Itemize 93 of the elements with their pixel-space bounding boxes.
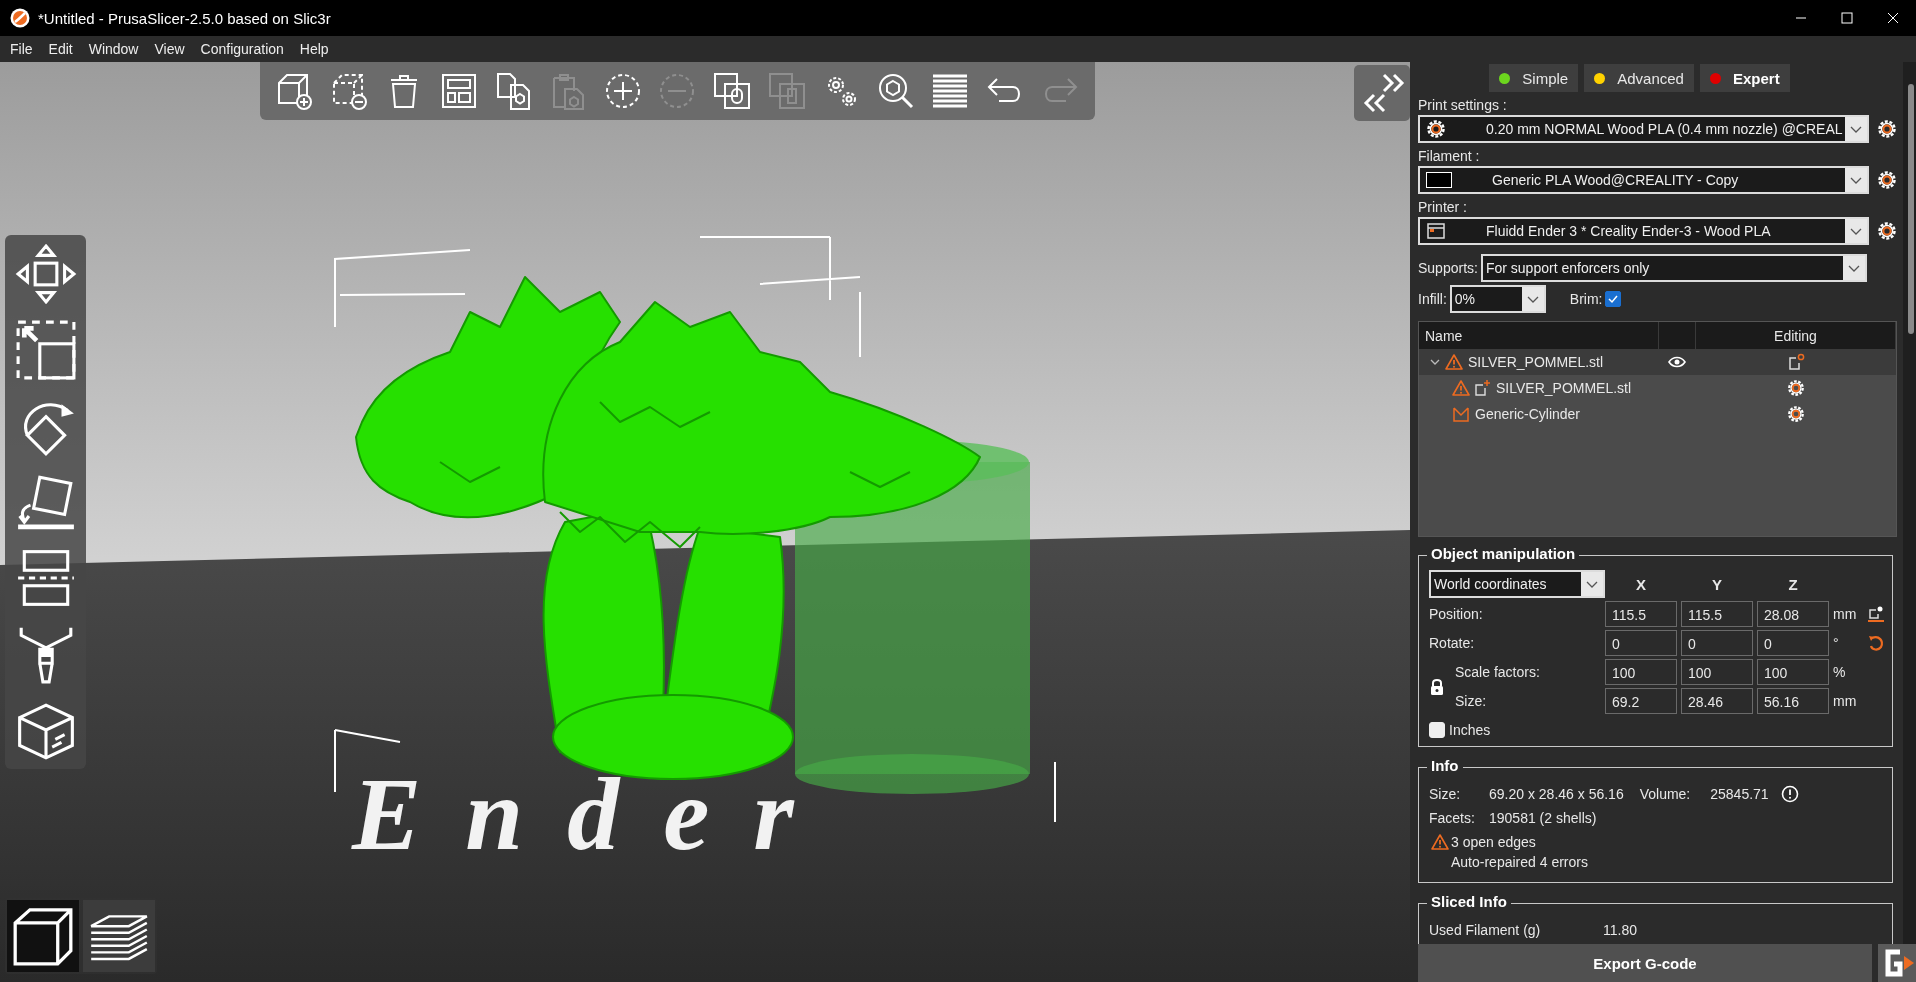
brim-label: Brim:: [1569, 291, 1603, 307]
info-label: Used Filament (g): [1429, 922, 1542, 938]
coordinates-dropdown[interactable]: World coordinates: [1429, 570, 1605, 598]
printer-icon: [1426, 221, 1446, 241]
group-title: Sliced Info: [1427, 893, 1511, 910]
scrollbar-thumb[interactable]: [1908, 84, 1914, 334]
axis-label: Y: [1711, 575, 1723, 593]
infill-label: Infill:: [1418, 291, 1447, 307]
cube-view-button[interactable]: [7, 900, 79, 972]
value-field[interactable]: 69.2: [1605, 688, 1677, 714]
mode-button[interactable]: Expert: [1699, 64, 1790, 92]
group-title: Info: [1427, 757, 1463, 774]
value-field[interactable]: 56.16: [1757, 688, 1829, 714]
drop-to-bed-icon[interactable]: [1867, 605, 1885, 623]
scale-icon[interactable]: [14, 319, 77, 381]
value-field[interactable]: 100: [1681, 659, 1753, 685]
mode-button[interactable]: Advanced: [1584, 64, 1694, 92]
value-field[interactable]: 115.5: [1605, 601, 1677, 627]
info-label: Facets:: [1429, 810, 1476, 826]
value-field[interactable]: 100: [1757, 659, 1829, 685]
filament-color-swatch: [1426, 172, 1452, 188]
menu-item[interactable]: Edit: [40, 41, 81, 57]
preset-label: Printer :: [1418, 198, 1468, 217]
info-label: Size:: [1429, 786, 1462, 802]
value-field[interactable]: 0: [1757, 630, 1829, 656]
lock-icon[interactable]: [1429, 677, 1445, 696]
unit-label: %: [1833, 664, 1847, 680]
warning-text: 3 open edges: [1451, 834, 1536, 850]
scrollbar[interactable]: [1903, 62, 1916, 944]
axis-label: Z: [1787, 575, 1799, 593]
gear-icon[interactable]: [1877, 170, 1897, 190]
axis-label: X: [1635, 575, 1647, 593]
value-field[interactable]: 100: [1605, 659, 1677, 685]
supports-dropdown[interactable]: For support enforcers only: [1480, 254, 1867, 282]
info-value: 69.20 x 28.46 x 56.16: [1489, 786, 1624, 802]
group-title: Object manipulation: [1427, 545, 1580, 562]
object-list-row[interactable]: SILVER_POMMEL.stl: [1419, 349, 1896, 375]
value-field[interactable]: 115.5: [1681, 601, 1753, 627]
inches-checkbox[interactable]: [1429, 722, 1445, 738]
inches-label: Inches: [1449, 722, 1491, 738]
menu-item[interactable]: File: [2, 41, 41, 57]
unit-label: mm: [1833, 693, 1858, 709]
window-title: *Untitled - PrusaSlicer-2.5.0 based on Slic3r: [38, 9, 332, 27]
eye-icon[interactable]: [1668, 355, 1686, 369]
repair-text: Auto-repaired 4 errors: [1450, 854, 1589, 872]
gear-icon[interactable]: [1786, 379, 1805, 397]
value-field[interactable]: 0: [1605, 630, 1677, 656]
info-label: Volume:: [1639, 786, 1691, 802]
object-list-row[interactable]: SILVER_POMMEL.stl: [1419, 375, 1896, 401]
reset-rotation-icon[interactable]: [1867, 634, 1885, 652]
field-label: Scale factors:: [1454, 664, 1541, 680]
split-squares-icon[interactable]: [712, 71, 753, 111]
menu-item[interactable]: Configuration: [192, 41, 292, 57]
mode-button[interactable]: Simple: [1489, 64, 1579, 92]
modifier-icon: [1452, 405, 1470, 423]
field-label: Size:: [1454, 693, 1488, 709]
preset-label: Filament :: [1418, 147, 1481, 166]
menu-item[interactable]: Window: [80, 41, 147, 57]
preset-dropdown[interactable]: Fluidd Ender 3 * Creality Ender-3 - Wood PLA: [1418, 217, 1869, 245]
field-label: Rotate:: [1429, 635, 1476, 651]
warning-icon: [1431, 833, 1449, 851]
exclamation-circle-icon[interactable]: [1780, 785, 1799, 803]
menu-item[interactable]: Help: [291, 41, 337, 57]
value-field[interactable]: 28.08: [1757, 601, 1829, 627]
preset-dropdown[interactable]: Generic PLA Wood@CREALITY - Copy: [1418, 166, 1869, 194]
brim-checkbox[interactable]: [1605, 291, 1622, 307]
unit-label: °: [1833, 635, 1840, 651]
supports-label: Supports:: [1418, 260, 1478, 276]
infill-dropdown[interactable]: 0%: [1449, 285, 1546, 313]
info-value: 190581 (2 shells): [1489, 810, 1597, 826]
value-field[interactable]: 28.46: [1681, 688, 1753, 714]
layers-view-button[interactable]: [83, 900, 155, 972]
gear-icon[interactable]: [1786, 405, 1805, 423]
menu-item[interactable]: View: [146, 41, 193, 57]
gear-icon: [1426, 119, 1446, 139]
bed-logo-text: Ender: [352, 762, 838, 866]
export-gcode-button[interactable]: Export G-code: [1418, 944, 1872, 982]
move-arrows-icon[interactable]: [14, 243, 77, 305]
preset-dropdown[interactable]: 0.20 mm NORMAL Wood PLA (0.4 mm nozzle) @CREAL: [1418, 115, 1869, 143]
preset-label: Print settings :: [1418, 96, 1508, 115]
object-list-row[interactable]: Generic-Cylinder: [1419, 401, 1896, 427]
part-icon: [1473, 379, 1491, 397]
info-value: 11.80: [1603, 922, 1637, 938]
gear-icon[interactable]: [1877, 221, 1897, 241]
gcode-send-icon[interactable]: [1878, 944, 1916, 982]
unit-label: mm: [1833, 606, 1858, 622]
collapse-sidebar-icon[interactable]: [1354, 65, 1410, 121]
value-field[interactable]: 0: [1681, 630, 1753, 656]
info-value: 25845.71: [1710, 786, 1769, 802]
gear-icon[interactable]: [1877, 119, 1897, 139]
object-settings-icon[interactable]: [1786, 353, 1805, 371]
field-label: Position:: [1429, 606, 1484, 622]
app-logo-icon: [10, 8, 30, 28]
